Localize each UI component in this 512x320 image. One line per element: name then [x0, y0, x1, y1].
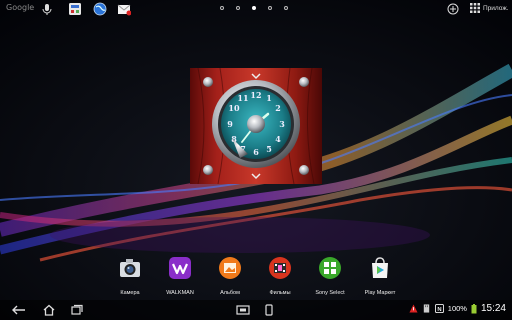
- status-area[interactable]: N 100% 15:24: [409, 303, 506, 314]
- page-dot[interactable]: [284, 6, 288, 10]
- dial-1: 1: [266, 93, 272, 103]
- app-sony-select[interactable]: Sony Select: [305, 256, 355, 296]
- app-walkman[interactable]: WALKMAN: [155, 256, 205, 296]
- dial-12: 12: [250, 90, 261, 100]
- walkman-icon: [169, 257, 191, 279]
- app-movies[interactable]: Фильмы: [255, 256, 305, 296]
- page-dot[interactable]: [268, 6, 272, 10]
- apps-button[interactable]: Прилож.: [470, 3, 508, 13]
- album-icon: [219, 257, 241, 279]
- app-camera[interactable]: Камера: [105, 256, 155, 296]
- apps-label: Прилож.: [483, 4, 509, 12]
- page-dot-active[interactable]: [252, 6, 256, 10]
- dial-2: 2: [275, 103, 281, 113]
- dial-6: 6: [253, 147, 259, 157]
- top-bar: Google Прилож.: [0, 0, 512, 20]
- system-bar: N 100% 15:24: [0, 300, 512, 320]
- sd-card-icon: [423, 304, 429, 313]
- page-dot[interactable]: [220, 6, 224, 10]
- microphone-icon[interactable]: [40, 2, 54, 16]
- battery-icon: [471, 303, 477, 313]
- app-label: Sony Select: [315, 290, 345, 296]
- dial-4: 4: [275, 134, 281, 144]
- small-apps-icon[interactable]: [262, 304, 276, 316]
- dial-10: 10: [228, 103, 240, 113]
- page-indicator: [220, 6, 288, 10]
- recent-apps-icon[interactable]: [70, 304, 84, 316]
- camera-icon: [120, 259, 140, 277]
- email-icon[interactable]: [117, 2, 131, 16]
- app-label: WALKMAN: [166, 290, 194, 296]
- app-label: Альбом: [220, 290, 240, 296]
- settings-widget-icon[interactable]: [68, 2, 82, 16]
- analog-clock-widget[interactable]: 12 1 2 3 4 5 6 7 8 9 10 11: [190, 68, 322, 184]
- play-market-icon: [372, 257, 388, 278]
- dial-11: 11: [237, 93, 248, 103]
- add-icon[interactable]: [447, 3, 459, 15]
- svg-text:N: N: [437, 307, 441, 313]
- app-album[interactable]: Альбом: [205, 256, 255, 296]
- apps-grid-icon: [470, 3, 480, 13]
- app-dock: Камера WALKMAN Альбом Фильмы Sony Select: [110, 256, 410, 296]
- app-label: Камера: [120, 290, 140, 296]
- dial-9: 9: [227, 119, 233, 129]
- browser-globe-icon[interactable]: [93, 2, 107, 16]
- dial-3: 3: [279, 119, 285, 129]
- screenshot-icon[interactable]: [236, 304, 250, 316]
- back-icon[interactable]: [12, 304, 26, 316]
- page-dot[interactable]: [236, 6, 240, 10]
- home-icon[interactable]: [42, 304, 56, 316]
- clock-time: 15:24: [480, 303, 506, 314]
- nfc-icon: N: [434, 304, 444, 313]
- app-label: Play Маркет: [364, 290, 396, 296]
- app-play-market[interactable]: Play Маркет: [355, 256, 405, 296]
- movies-icon: [269, 257, 291, 279]
- dial-5: 5: [266, 144, 272, 154]
- battery-percentage: 100%: [447, 304, 467, 313]
- app-label: Фильмы: [269, 290, 291, 296]
- sony-select-icon: [319, 257, 341, 279]
- google-search-label[interactable]: Google: [6, 3, 34, 12]
- warning-icon: [409, 304, 418, 313]
